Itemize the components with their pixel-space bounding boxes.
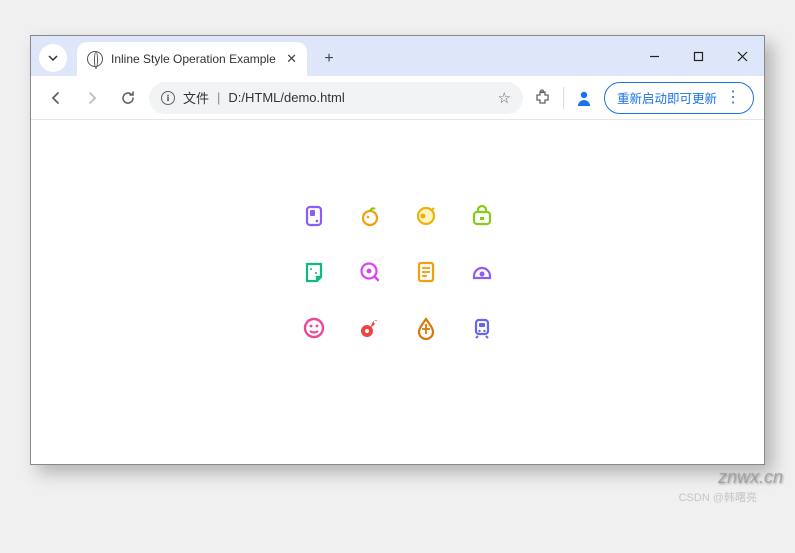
page-content: [31, 120, 764, 464]
bookmark-icon[interactable]: ☆: [498, 89, 511, 107]
maximize-button[interactable]: [676, 40, 720, 72]
tab-title: Inline Style Operation Example: [111, 52, 278, 66]
watermark: znwx.cn: [718, 467, 783, 488]
update-button[interactable]: 重新启动即可更新 ⋮: [604, 82, 754, 114]
window-controls: [632, 40, 764, 72]
extensions-icon[interactable]: [529, 84, 557, 112]
orange-icon: [358, 204, 382, 228]
address-bar[interactable]: i 文件 | D:/HTML/demo.html ☆: [149, 82, 523, 114]
drop-icon: [414, 316, 438, 340]
globe-icon: [87, 51, 103, 67]
card-icon: [302, 204, 326, 228]
smiley-icon: [302, 316, 326, 340]
helmet-icon: [470, 260, 494, 284]
reload-button[interactable]: [113, 83, 143, 113]
tab-search-button[interactable]: [39, 44, 67, 72]
bag-icon: [470, 204, 494, 228]
menu-icon[interactable]: ⋮: [725, 90, 741, 106]
ok-icon: [358, 316, 382, 340]
note-icon: [302, 260, 326, 284]
forward-button[interactable]: [77, 83, 107, 113]
disc-icon: [358, 260, 382, 284]
browser-window: Inline Style Operation Example ✕ + i: [30, 35, 765, 465]
minimize-button[interactable]: [632, 40, 676, 72]
url-text: D:/HTML/demo.html: [228, 90, 489, 105]
train-icon: [470, 316, 494, 340]
new-tab-button[interactable]: +: [315, 50, 343, 68]
dashboard-icon: [414, 204, 438, 228]
icon-grid: [286, 188, 510, 356]
csdn-attribution: CSDN @韩曙亮: [679, 489, 757, 505]
back-button[interactable]: [41, 83, 71, 113]
browser-tab[interactable]: Inline Style Operation Example ✕: [77, 42, 307, 76]
toolbar: i 文件 | D:/HTML/demo.html ☆ 重新启动即可更新 ⋮: [31, 76, 764, 120]
titlebar: Inline Style Operation Example ✕ +: [31, 36, 764, 76]
addr-type: 文件: [183, 88, 209, 107]
list-icon: [414, 260, 438, 284]
info-icon[interactable]: i: [161, 91, 175, 105]
profile-icon[interactable]: [570, 84, 598, 112]
update-label: 重新启动即可更新: [617, 88, 717, 107]
close-icon[interactable]: ✕: [286, 51, 297, 67]
close-window-button[interactable]: [720, 40, 764, 72]
